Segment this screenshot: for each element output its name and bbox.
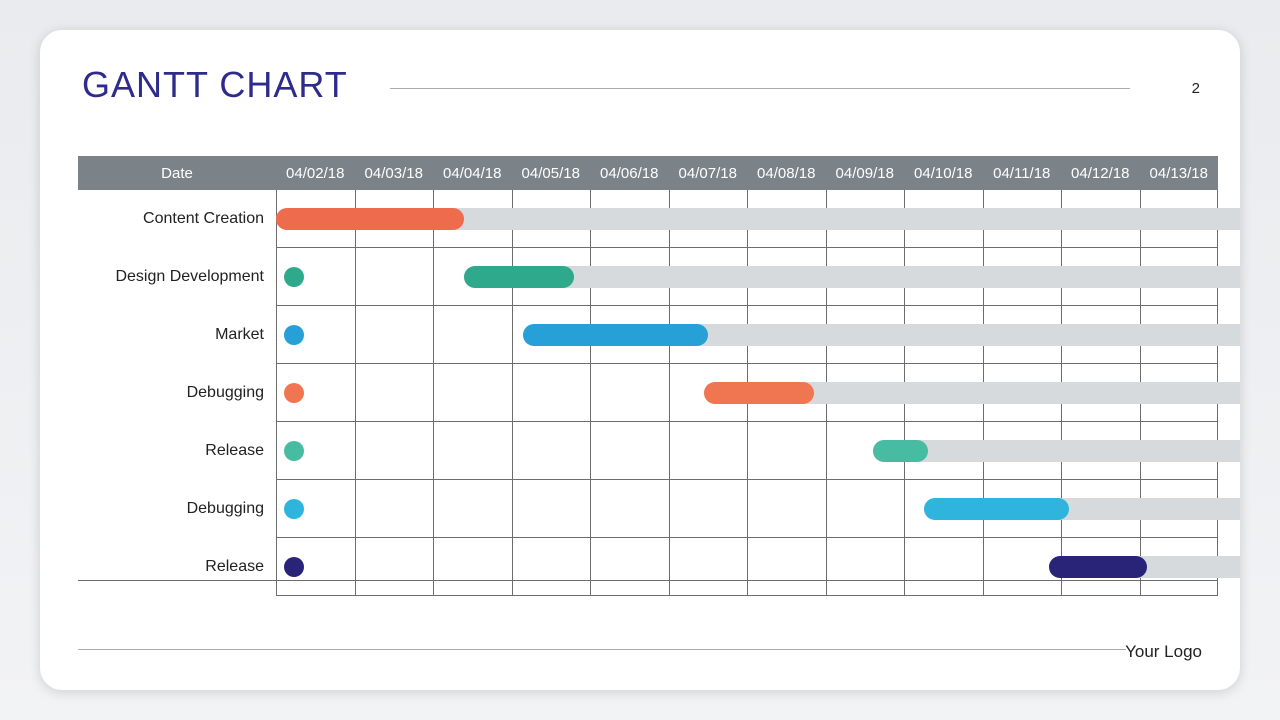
gantt-row: Debugging xyxy=(78,364,1218,422)
task-bar xyxy=(924,498,1069,520)
date-header: 04/11/18 xyxy=(983,165,1062,182)
gantt-row: Market xyxy=(78,306,1218,364)
task-track xyxy=(873,440,1240,462)
gantt-chart: Date 04/02/1804/03/1804/04/1804/05/1804/… xyxy=(78,156,1218,596)
gantt-header: Date 04/02/1804/03/1804/04/1804/05/1804/… xyxy=(78,156,1218,190)
gantt-row: Release xyxy=(78,538,1218,596)
header-date-label: Date xyxy=(78,165,276,182)
gantt-row: Content Creation xyxy=(78,190,1218,248)
slide: GANTT CHART 2 Date 04/02/1804/03/1804/04… xyxy=(40,30,1240,690)
task-dot-icon xyxy=(284,499,304,519)
date-header: 04/05/18 xyxy=(512,165,591,182)
title-rule xyxy=(390,88,1130,89)
task-dot-icon xyxy=(284,383,304,403)
date-header: 04/08/18 xyxy=(747,165,826,182)
date-header: 04/10/18 xyxy=(904,165,983,182)
date-header: 04/12/18 xyxy=(1061,165,1140,182)
task-label: Content Creation xyxy=(78,210,276,228)
task-label: Release xyxy=(78,558,276,576)
chart-bottom-rule xyxy=(78,580,1218,581)
task-label: Market xyxy=(78,326,276,344)
task-bar xyxy=(464,266,574,288)
task-bar xyxy=(276,208,464,230)
date-header: 04/09/18 xyxy=(826,165,905,182)
task-label: Release xyxy=(78,442,276,460)
task-label: Design Development xyxy=(78,268,276,286)
task-track xyxy=(464,266,1240,288)
task-dot-icon xyxy=(284,325,304,345)
date-header: 04/02/18 xyxy=(276,165,355,182)
footer-rule xyxy=(78,649,1126,650)
date-header: 04/07/18 xyxy=(669,165,748,182)
date-header: 04/13/18 xyxy=(1140,165,1219,182)
date-header: 04/04/18 xyxy=(433,165,512,182)
task-bar xyxy=(873,440,928,462)
page-title: GANTT CHART xyxy=(82,64,348,106)
date-header: 04/03/18 xyxy=(355,165,434,182)
gantt-row: Design Development xyxy=(78,248,1218,306)
gantt-row: Debugging xyxy=(78,480,1218,538)
date-header: 04/06/18 xyxy=(590,165,669,182)
gantt-row: Release xyxy=(78,422,1218,480)
task-bar xyxy=(704,382,814,404)
task-label: Debugging xyxy=(78,384,276,402)
task-dot-icon xyxy=(284,557,304,577)
task-dot-icon xyxy=(284,267,304,287)
task-bar xyxy=(1049,556,1147,578)
page-number: 2 xyxy=(1192,80,1200,97)
footer-logo: Your Logo xyxy=(1125,642,1202,662)
task-label: Debugging xyxy=(78,500,276,518)
task-bar xyxy=(523,324,707,346)
task-dot-icon xyxy=(284,441,304,461)
